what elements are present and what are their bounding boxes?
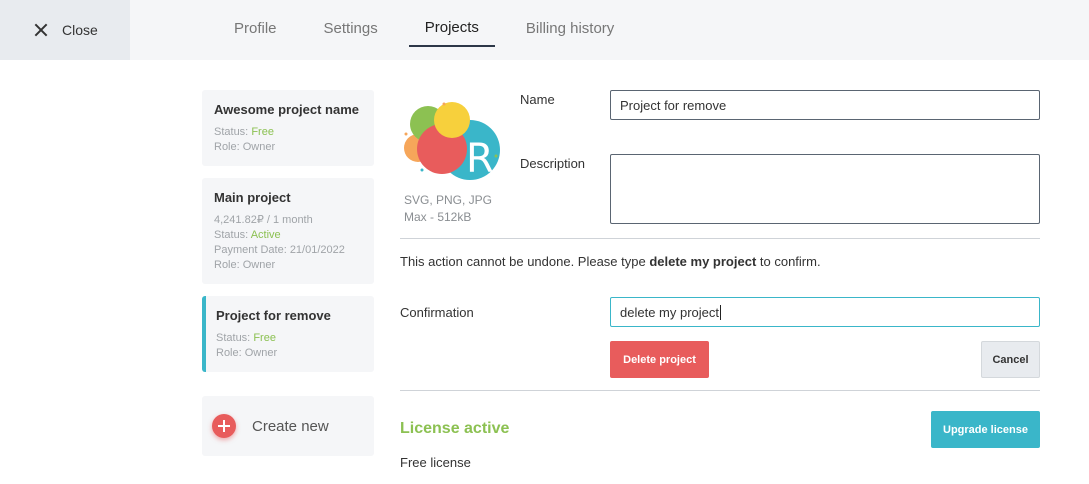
logo-formats: SVG, PNG, JPG <box>404 193 493 207</box>
cancel-button[interactable]: Cancel <box>981 341 1040 378</box>
project-payment-date: Payment Date: 21/01/2022 <box>214 244 345 256</box>
tab-billing-history[interactable]: Billing history <box>510 0 630 47</box>
create-new-label: Create new <box>252 417 329 435</box>
project-title: Main project <box>214 190 291 205</box>
license-status-title: License active <box>400 420 510 437</box>
tab-profile[interactable]: Profile <box>218 0 293 47</box>
project-card[interactable]: Main project 4,241.82₽ / 1 month Status:… <box>202 178 374 284</box>
project-role: Role: Owner <box>216 347 278 359</box>
license-type: Free license <box>400 455 471 470</box>
logo-max-size: Max - 512kB <box>404 210 472 224</box>
project-logo-upload[interactable]: R <box>398 96 508 186</box>
delete-project-button[interactable]: Delete project <box>610 341 709 378</box>
divider <box>400 238 1040 239</box>
delete-warning-text: This action cannot be undone. Please typ… <box>400 254 821 269</box>
project-role: Role: Owner <box>214 259 276 271</box>
project-price: 4,241.82₽ / 1 month <box>214 214 313 226</box>
divider <box>400 390 1040 391</box>
project-role: Role: Owner <box>214 141 276 153</box>
upgrade-license-button[interactable]: Upgrade license <box>931 411 1040 448</box>
close-label: Close <box>62 22 98 38</box>
project-status: Status: Free <box>216 332 276 344</box>
description-field[interactable] <box>610 154 1040 224</box>
project-status: Status: Active <box>214 229 281 241</box>
close-icon <box>34 23 48 37</box>
tab-settings[interactable]: Settings <box>308 0 394 47</box>
create-new-project-button[interactable]: Create new <box>202 396 374 456</box>
confirmation-field[interactable]: delete my project <box>610 297 1040 327</box>
project-card[interactable]: Awesome project name Status: Free Role: … <box>202 90 374 166</box>
svg-text:R: R <box>466 136 494 182</box>
name-label: Name <box>520 92 555 107</box>
logo-caption: SVG, PNG, JPG Max - 512kB <box>404 192 492 226</box>
description-label: Description <box>520 156 586 171</box>
project-status: Status: Free <box>214 126 274 138</box>
project-title: Project for remove <box>216 308 331 323</box>
confirmation-label: Confirmation <box>400 305 474 320</box>
confirm-phrase: delete my project <box>649 254 757 269</box>
tab-projects[interactable]: Projects <box>408 0 495 47</box>
tab-bar: Profile Settings Projects Billing histor… <box>218 0 645 60</box>
name-field[interactable]: Project for remove <box>610 90 1040 120</box>
plus-icon <box>212 414 236 438</box>
project-title: Awesome project name <box>214 102 359 117</box>
text-caret <box>720 304 721 320</box>
project-logo-image: R <box>404 102 500 182</box>
project-card-selected[interactable]: Project for remove Status: Free Role: Ow… <box>202 296 374 372</box>
close-button[interactable]: Close <box>0 0 130 60</box>
top-bar: Close Profile Settings Projects Billing … <box>0 0 1089 60</box>
